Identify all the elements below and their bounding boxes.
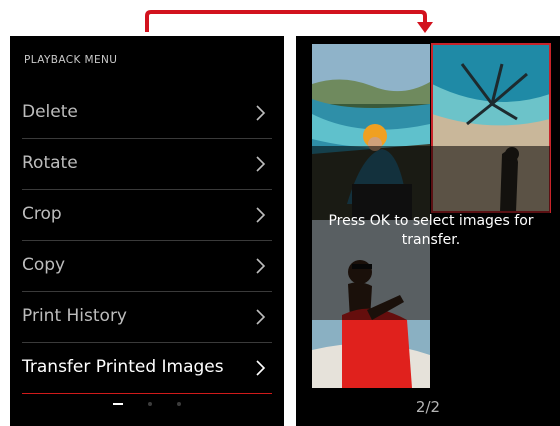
- menu-item-label: Print History: [22, 306, 127, 326]
- menu-item-print-history[interactable]: Print History: [22, 292, 272, 343]
- menu-item-rotate[interactable]: Rotate: [22, 139, 272, 190]
- chevron-right-icon: [256, 105, 266, 121]
- menu-item-label: Crop: [22, 204, 62, 224]
- menu-item-label: Rotate: [22, 153, 78, 173]
- menu-list: Delete Rotate Crop Copy Print History Tr…: [10, 88, 284, 394]
- menu-item-copy[interactable]: Copy: [22, 241, 272, 292]
- menu-title: PLAYBACK MENU: [24, 54, 118, 66]
- menu-item-label: Delete: [22, 102, 78, 122]
- menu-page-indicator: [10, 393, 284, 412]
- transfer-instruction: Press OK to select images for transfer.: [328, 213, 534, 248]
- chevron-right-icon: [256, 309, 266, 325]
- chevron-right-icon: [256, 156, 266, 172]
- menu-item-delete[interactable]: Delete: [22, 88, 272, 139]
- menu-item-crop[interactable]: Crop: [22, 190, 272, 241]
- chevron-right-icon: [256, 207, 266, 223]
- menu-item-label: Copy: [22, 255, 66, 275]
- menu-item-transfer-printed-images[interactable]: Transfer Printed Images: [22, 343, 272, 394]
- chevron-right-icon: [256, 258, 266, 274]
- page-dot: [148, 401, 152, 406]
- page-counter: 2/2: [415, 398, 441, 416]
- page-dot: [177, 401, 182, 406]
- menu-item-label: Transfer Printed Images: [22, 357, 224, 377]
- chevron-right-icon: [256, 360, 266, 376]
- playback-menu-panel: PLAYBACK MENU Delete Rotate Crop Copy Pr…: [10, 36, 284, 426]
- page-dot-active: [112, 402, 123, 405]
- transfer-preview-panel: Press OK to select images for transfer. …: [296, 36, 560, 426]
